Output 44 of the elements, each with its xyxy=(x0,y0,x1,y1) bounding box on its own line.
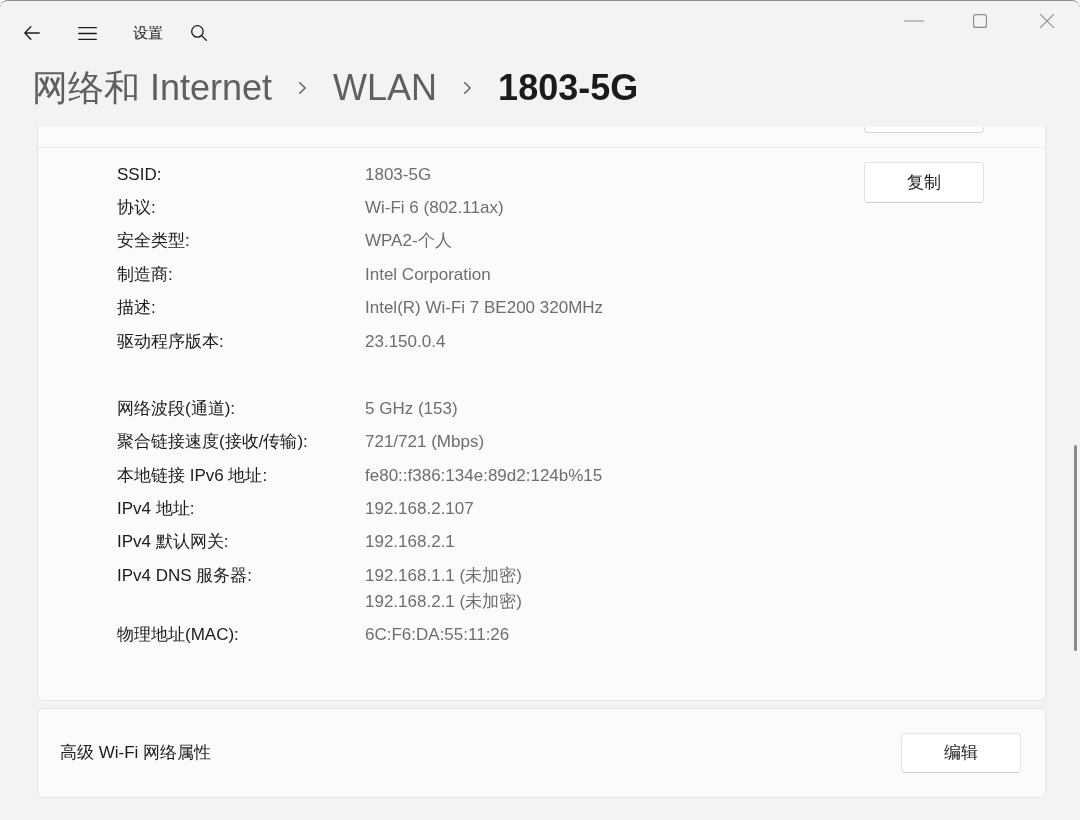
back-arrow-icon xyxy=(24,26,40,40)
maximize-icon xyxy=(973,14,987,28)
property-value: 721/721 (Mbps) xyxy=(365,431,485,454)
cut-off-button[interactable] xyxy=(864,127,984,133)
property-label: IPv4 地址: xyxy=(117,499,195,519)
property-value: Intel Corporation xyxy=(365,263,491,286)
property-label: 协议: xyxy=(117,198,156,218)
edit-button[interactable]: 编辑 xyxy=(901,732,1021,773)
property-label: 本地链接 IPv6 地址: xyxy=(117,465,268,485)
property-label: 制造商: xyxy=(117,264,173,284)
chevron-icon xyxy=(299,82,307,94)
scroll-bar-thumb[interactable] xyxy=(1074,445,1077,651)
property-value: Intel(R) Wi-Fi 7 BE200 320MHz xyxy=(365,297,604,320)
property-value: 5 GHz (153) xyxy=(365,397,458,420)
property-label: IPv4 默认网关: xyxy=(117,532,229,552)
property-label: 物理地址(MAC): xyxy=(117,625,239,645)
breadcrumb-link[interactable]: 网络和 Internet xyxy=(32,66,273,110)
chevron-icon xyxy=(464,82,472,94)
close-icon xyxy=(1040,14,1054,28)
property-label: 安全类型: xyxy=(117,231,190,251)
window-title: 设置 xyxy=(133,23,163,43)
copy-button[interactable]: 复制 xyxy=(864,162,984,203)
property-value: 192.168.2.107 xyxy=(365,498,474,521)
property-label: 聚合链接速度(接收/传输): xyxy=(117,432,308,452)
property-value: WPA2-个人 xyxy=(365,230,452,253)
search-icon xyxy=(191,25,207,41)
breadcrumb-current: 1803-5G xyxy=(498,66,639,110)
property-value: 1803-5G xyxy=(365,163,432,186)
property-value: 192.168.2.1 xyxy=(365,531,455,554)
property-value: 23.150.0.4 xyxy=(365,330,446,353)
property-value: Wi-Fi 6 (802.11ax) xyxy=(365,197,504,220)
breadcrumb-link[interactable]: WLAN xyxy=(333,66,438,110)
property-label: 网络波段(通道): xyxy=(117,398,236,418)
property-label: IPv4 DNS 服务器: xyxy=(117,565,253,585)
minimize-icon xyxy=(904,20,924,22)
property-label: SSID: xyxy=(117,164,162,184)
property-value: 192.168.2.1 (未加密) xyxy=(365,590,522,613)
property-value: fe80::f386:134e:89d2:124b%15 xyxy=(365,464,603,487)
property-label: 驱动程序版本: xyxy=(117,331,224,351)
setting-label: 高级 Wi-Fi 网络属性 xyxy=(60,742,212,765)
property-label: 描述: xyxy=(117,298,156,318)
property-value: 6C:F6:DA:55:11:26 xyxy=(365,624,510,647)
menu-icon xyxy=(77,26,97,40)
property-value: 192.168.1.1 (未加密) xyxy=(365,564,522,587)
